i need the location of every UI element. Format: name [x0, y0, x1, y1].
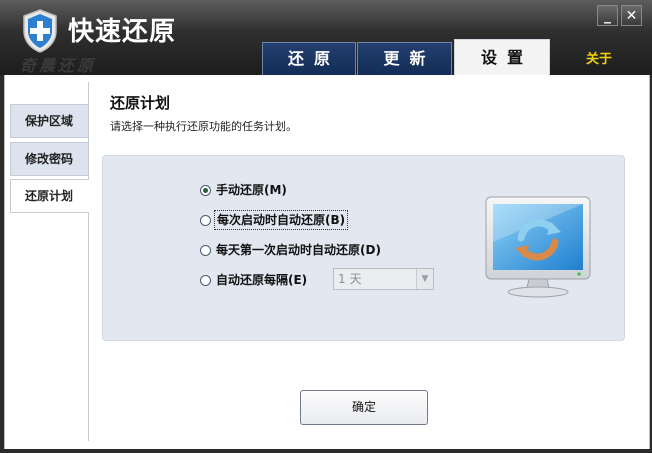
- close-icon: ✕: [625, 8, 638, 24]
- option-restore-on-every-boot[interactable]: 每次启动时自动还原(B): [200, 210, 349, 230]
- about-link[interactable]: 关于: [586, 48, 612, 67]
- app-title: 快速还原: [68, 17, 177, 47]
- tab-restore[interactable]: 还原: [262, 42, 356, 75]
- option-manual-restore[interactable]: 手动还原(M): [200, 181, 287, 199]
- sidebar-item-change-password[interactable]: 修改密码: [10, 142, 88, 176]
- chevron-down-icon[interactable]: ▼: [416, 269, 433, 289]
- minimize-button[interactable]: _: [597, 5, 618, 26]
- title-bar: 快速还原 奇晨还原 _ ✕ 还原 更新 设置 关于: [0, 0, 652, 75]
- radio-button-checked[interactable]: [200, 184, 211, 196]
- tab-update[interactable]: 更新: [357, 42, 452, 75]
- tab-settings[interactable]: 设置: [454, 39, 550, 75]
- sidebar-item-restore-plan[interactable]: 还原计划: [10, 179, 89, 213]
- section-title: 还原计划: [110, 94, 171, 112]
- minimize-icon: _: [604, 8, 611, 24]
- sidebar-item-protected-area[interactable]: 保护区域: [10, 104, 88, 138]
- option-restore-first-boot-daily[interactable]: 每天第一次启动时自动还原(D): [200, 241, 381, 259]
- ok-button[interactable]: 确定: [300, 390, 428, 425]
- interval-select[interactable]: 1 天 ▼: [333, 268, 434, 290]
- option-label: 每天第一次启动时自动还原(D): [216, 243, 381, 257]
- brand-watermark: 奇晨还原: [20, 56, 97, 75]
- monitor-restore-icon: [485, 196, 591, 298]
- window-bottom-edge: [0, 449, 652, 453]
- option-label: 手动还原(M): [216, 183, 287, 197]
- option-restore-every-interval[interactable]: 自动还原每隔(E): [200, 271, 307, 289]
- radio-button[interactable]: [200, 274, 211, 286]
- option-label: 每次启动时自动还原(B): [214, 210, 349, 230]
- close-button[interactable]: ✕: [621, 5, 642, 26]
- section-description: 请选择一种执行还原功能的任务计划。: [110, 120, 297, 133]
- option-label: 自动还原每隔(E): [216, 273, 308, 287]
- radio-button[interactable]: [200, 214, 211, 226]
- radio-button[interactable]: [200, 244, 211, 256]
- interval-select-value: 1 天: [338, 272, 362, 286]
- shield-plus-icon: [23, 9, 57, 53]
